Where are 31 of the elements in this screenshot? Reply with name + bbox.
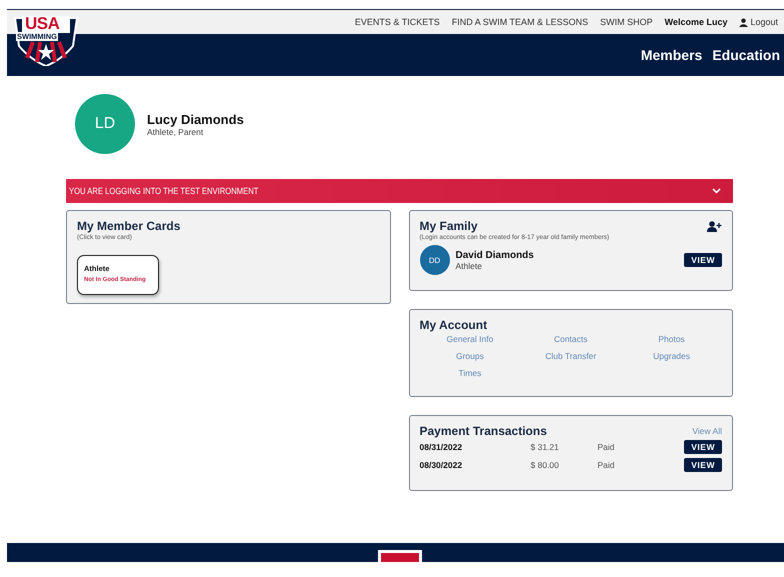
member-role: Athlete <box>456 260 483 270</box>
view-button[interactable]: VIEW <box>684 253 722 267</box>
payment-status: Paid <box>598 442 616 452</box>
shield-logo-icon <box>377 549 423 562</box>
payment-amount: $ 80.00 <box>530 460 560 470</box>
view-button[interactable]: VIEW <box>684 440 722 454</box>
add-person-icon[interactable] <box>707 221 722 232</box>
payment-date: 08/31/2022 <box>420 442 464 452</box>
chevron-icon[interactable] <box>712 188 721 194</box>
payment-amount: $ 31.21 <box>530 442 560 452</box>
profile-name: Lucy Diamonds <box>147 112 244 126</box>
person-icon <box>739 18 748 26</box>
test-environment-banner[interactable]: YOU ARE LOGGING INTO THE TEST ENVIRONMENT <box>66 179 733 203</box>
main-nav-link[interactable]: Education <box>712 47 780 63</box>
top-nav-link[interactable]: EVENTS & TICKETS <box>354 17 440 27</box>
panel-title: My Family <box>420 219 478 233</box>
panel-title: Payment Transactions <box>420 424 547 438</box>
logout-link[interactable]: Logout <box>739 17 778 27</box>
profile-roles: Athlete, Parent <box>147 126 204 136</box>
top-nav-link[interactable]: FIND A SWIM TEAM & LESSONS <box>452 17 588 27</box>
view-button[interactable]: VIEW <box>684 458 722 472</box>
profile-avatar: LD <box>75 94 135 154</box>
panel-title: My Member Cards <box>77 219 180 233</box>
member-name: David Diamonds <box>456 250 534 260</box>
main-nav-link[interactable]: Members <box>640 47 702 63</box>
panel-title: My Account <box>420 318 488 332</box>
banner-text: YOU ARE LOGGING INTO THE TEST ENVIRONMENT <box>69 186 258 196</box>
welcome-text: Welcome Lucy <box>664 17 728 27</box>
payment-status: Paid <box>598 460 616 470</box>
payment-date: 08/30/2022 <box>420 460 464 470</box>
top-nav-link[interactable]: SWIM SHOP <box>600 17 653 27</box>
